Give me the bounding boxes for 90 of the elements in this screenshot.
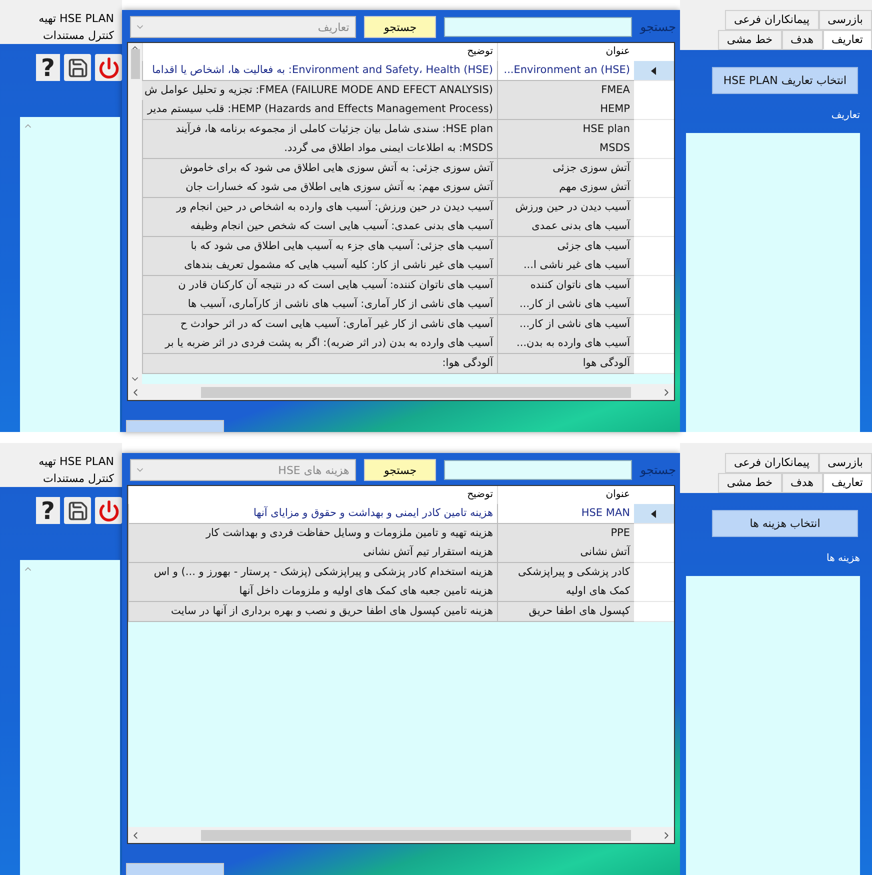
search-label: جستجو <box>640 20 676 34</box>
power-icon[interactable] <box>95 54 122 81</box>
table-cell: MSDS <box>497 139 634 159</box>
table-cell: آسیب های ناشی از کار غیر آماری: آسیب هایی است که در اثر حوادث ح <box>142 314 497 334</box>
table-cell: آسیب دیدن در حین ورزش: آسیب های وارده به اشخاص در حین انجام ور <box>142 198 497 218</box>
table-cell: هزینه استقرار تیم آتش نشانی <box>128 543 497 563</box>
tab[interactable]: بازرسی <box>818 453 872 473</box>
table-cell: (HSE) Environment an... <box>497 61 634 81</box>
table-cell: هزینه تامین کادر ایمنی و بهداشت و حقوق و مزایای آنها <box>128 504 497 524</box>
section-label: تعاریف <box>831 110 860 121</box>
table-cell: FMEA (FAILURE MODE AND EFECT ANALYSIS): تجزیه و تحلیل عوامل ش <box>142 80 497 100</box>
table-cell: هزینه تامین جعبه های کمک های اولیه و ملزومات داخل آنها <box>128 582 497 602</box>
tab[interactable]: خط مشی <box>718 30 782 50</box>
select-button[interactable]: انتخاب هزینه ها <box>712 510 858 537</box>
table-cell: آسیب های بدنی عمدی: آسیب هایی است که شخص حین انجام وظیفه <box>142 217 497 237</box>
text-area[interactable] <box>686 133 860 432</box>
table-cell: آلودگی هوا: <box>142 354 497 374</box>
help-button[interactable]: ? <box>36 497 60 524</box>
table-cell: آلودگی هوا <box>497 354 634 374</box>
text-area[interactable] <box>20 560 120 875</box>
row-pointer-icon <box>650 66 658 74</box>
search-button[interactable]: جستجو <box>364 16 436 38</box>
search-field[interactable] <box>444 460 632 480</box>
action-button[interactable] <box>126 863 224 875</box>
tab[interactable]: بازرسی <box>818 10 872 30</box>
table-cell: FMEA <box>497 80 634 100</box>
table-cell: آتش سوزی مهم: به آتش سوزی هایی اطلاق می شود که خسارات جان <box>142 178 497 198</box>
table-cell: آتش سوزی مهم <box>497 178 634 198</box>
tab[interactable]: تعاریف <box>822 473 872 492</box>
scroll-thumb[interactable] <box>201 830 631 840</box>
row-selector[interactable] <box>634 504 674 524</box>
table-cell: آتش سوزی جزئی <box>497 158 634 178</box>
table-cell: آسیب های غیر ناشی ا... <box>497 256 634 276</box>
table-cell: آسیب های ناتوان کننده <box>497 276 634 296</box>
table-cell: HEMP (Hazards and Effects Management Process): قلب سیستم مدیر <box>142 100 497 120</box>
table-cell: آسیب های وارده به بدن... <box>497 334 634 354</box>
row-selector[interactable] <box>634 61 674 81</box>
tab[interactable]: هدف <box>782 30 823 50</box>
table-cell: آسیب های ناشی از کار... <box>497 314 634 334</box>
table-cell: آسیب های بدنی عمدی <box>497 217 634 237</box>
table-cell: PPE <box>497 524 634 544</box>
search-button[interactable]: جستجو <box>364 459 436 481</box>
table-cell: HEMP <box>497 100 634 120</box>
table-cell: آسیب های ناتوان کننده: آسیب هایی است که در نتیجه آن کارکنان قادر ن <box>142 276 497 296</box>
table-cell: آسیب های غیر ناشی از کار: کلیه آسیب هایی که مشمول تعریف بندهای <box>142 256 497 276</box>
table-cell: کادر پزشکی و پیراپزشکی <box>497 562 634 582</box>
table-cell: آسیب های ناشی از کار... <box>497 295 634 315</box>
table-cell: آتش نشانی <box>497 543 634 563</box>
save-icon[interactable] <box>64 54 91 81</box>
text-area[interactable] <box>20 117 120 432</box>
table-cell: MSDS: به اطلاعات ایمنی مواد اطلاق می گردد. <box>142 139 497 159</box>
tab[interactable]: کنترل مستندات <box>0 470 122 487</box>
tab[interactable]: تهیه HSE PLAN <box>0 453 122 470</box>
table-cell: HSE plan: سندی شامل بیان جزئیات کاملی از مجموعه برنامه ها، فرآیند <box>142 120 497 140</box>
power-icon[interactable] <box>95 497 122 524</box>
scroll-thumb[interactable] <box>201 386 631 398</box>
table-cell: کپسول های اطفا حریق <box>497 602 634 622</box>
table-cell: آسیب های وارده به بدن (در اثر ضربه): اگر به پشت فردی در اثر ضربه یا بر <box>142 334 497 354</box>
table-cell: آسیب های جزئی <box>497 236 634 256</box>
tab[interactable]: هدف <box>782 473 823 493</box>
help-button[interactable]: ? <box>36 54 60 81</box>
section-label: هزینه ها <box>826 553 860 564</box>
tab[interactable]: پیمانکاران فرعی <box>724 453 819 473</box>
horizontal-scrollbar[interactable] <box>128 827 674 843</box>
vertical-scrollbar[interactable] <box>128 43 142 384</box>
tab[interactable]: تعاریف <box>822 30 872 49</box>
tab[interactable]: کنترل مستندات <box>0 27 122 44</box>
scroll-thumb[interactable] <box>130 49 140 79</box>
table-cell: هزینه استخدام کادر پزشکی و پیراپزشکی (پزشک - پرستار - بهورز و ...) و اس <box>128 562 497 582</box>
table-cell: آسیب دیدن در حین ورزش <box>497 198 634 218</box>
tab[interactable]: تهیه HSE PLAN <box>0 10 122 27</box>
table-cell: آسیب های جزئی: آسیب های جزء به آسیب هایی اطلاق می شود که با <box>142 236 497 256</box>
table-cell: آسیب های ناشی از کار آماری: آسیب های ناشی از کارآماری، آسیب ها <box>142 295 497 315</box>
action-button[interactable] <box>126 420 224 432</box>
search-field[interactable] <box>444 17 632 37</box>
text-area[interactable] <box>686 576 860 875</box>
table-cell: آتش سوزی جزئی: به آتش سوزی هایی اطلاق می شود که برای خاموش <box>142 158 497 178</box>
save-icon[interactable] <box>64 497 91 524</box>
table-cell: HSE MAN <box>497 504 634 524</box>
search-label: جستجو <box>640 463 676 477</box>
row-pointer-icon <box>650 510 658 518</box>
table-cell: کمک های اولیه <box>497 582 634 602</box>
table-cell: هزینه تامین کپسول های اطفا حریق و نصب و بهره برداری از آنها در سایت <box>128 602 497 622</box>
table-cell: (HSE) Environment and Safety، Health: به فعالیت ها، اشخاص یا اقداما <box>142 61 497 81</box>
tab[interactable]: پیمانکاران فرعی <box>724 10 819 30</box>
table-cell: HSE plan <box>497 120 634 140</box>
tab[interactable]: خط مشی <box>718 473 782 493</box>
table-cell: هزینه تهیه و تامین ملزومات و وسایل حفاظت فردی و بهداشت کار <box>128 524 497 544</box>
horizontal-scrollbar[interactable] <box>128 384 674 400</box>
select-button[interactable]: انتخاب تعاریف HSE PLAN <box>712 67 858 94</box>
